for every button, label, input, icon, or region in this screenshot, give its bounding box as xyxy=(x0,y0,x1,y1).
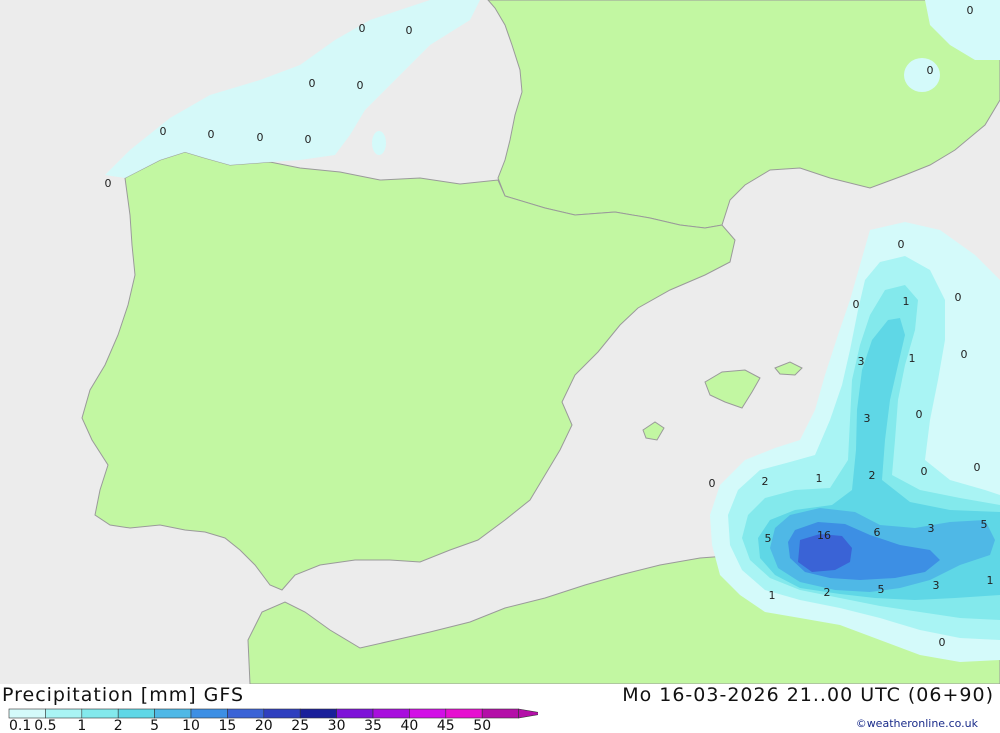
value-label: 0 xyxy=(961,348,968,361)
value-label: 0 xyxy=(927,64,934,77)
legend-label: 1 xyxy=(77,718,86,733)
legend-label: 10 xyxy=(182,718,200,733)
value-label: 1 xyxy=(987,574,994,587)
precip-ne-spot xyxy=(904,58,940,92)
legend-swatch xyxy=(190,708,228,719)
value-label: 0 xyxy=(939,636,946,649)
legend-swatch xyxy=(445,708,483,719)
value-label: 0 xyxy=(309,77,316,90)
legend-label: 45 xyxy=(437,718,455,733)
value-label: 0 xyxy=(359,22,366,35)
value-label: 16 xyxy=(817,529,831,542)
legend-swatch xyxy=(45,708,83,719)
value-label: 5 xyxy=(878,583,885,596)
legend-label: 40 xyxy=(400,718,418,733)
legend-label: 5 xyxy=(150,718,159,733)
value-label: 5 xyxy=(981,518,988,531)
legend-swatch xyxy=(81,708,119,719)
value-label: 0 xyxy=(967,4,974,17)
value-label: 0 xyxy=(898,238,905,251)
legend-label: 35 xyxy=(364,718,382,733)
precip-biscay-spot xyxy=(372,131,386,155)
legend-swatch xyxy=(117,708,155,719)
value-label: 2 xyxy=(869,469,876,482)
value-label: 0 xyxy=(208,128,215,141)
value-label: 0 xyxy=(257,131,264,144)
value-label: 0 xyxy=(853,298,860,311)
value-label: 2 xyxy=(824,586,831,599)
legend-label: 25 xyxy=(291,718,309,733)
footer: Precipitation [mm] GFS Mo 16-03-2026 21.… xyxy=(0,684,1000,733)
legend-swatch xyxy=(227,708,265,719)
value-label: 3 xyxy=(928,522,935,535)
value-label: 3 xyxy=(864,412,871,425)
legend-label: 50 xyxy=(473,718,491,733)
legend-label: 20 xyxy=(255,718,273,733)
value-label: 0 xyxy=(105,177,112,190)
value-label: 2 xyxy=(762,475,769,488)
value-label: 1 xyxy=(769,589,776,602)
legend-swatch xyxy=(481,708,519,719)
legend-label: 0.1 xyxy=(9,718,31,733)
legend-swatch xyxy=(154,708,192,719)
value-label: 1 xyxy=(903,295,910,308)
value-label: 3 xyxy=(933,579,940,592)
legend-swatch xyxy=(299,708,337,719)
value-label: 0 xyxy=(357,79,364,92)
legend-swatch xyxy=(8,708,46,719)
precipitation-legend: 0.1 0.5 1 2 5 10 15 20 25 30 35 40 45 50 xyxy=(8,708,538,733)
legend-swatch xyxy=(409,708,447,719)
value-label: 0 xyxy=(406,24,413,37)
value-label: 5 xyxy=(765,532,772,545)
legend-label: 15 xyxy=(218,718,236,733)
value-label: 0 xyxy=(709,477,716,490)
value-label: 0 xyxy=(921,465,928,478)
value-label: 6 xyxy=(874,526,881,539)
value-label: 3 xyxy=(858,355,865,368)
legend-label: 0.5 xyxy=(34,718,56,733)
legend-label: 30 xyxy=(328,718,346,733)
legend-arrow xyxy=(518,708,538,719)
value-label: 0 xyxy=(160,125,167,138)
value-label: 0 xyxy=(916,408,923,421)
legend-swatch xyxy=(263,708,301,719)
value-label: 1 xyxy=(816,472,823,485)
map-datetime: Mo 16-03-2026 21..00 UTC (06+90) xyxy=(622,684,994,706)
map-title: Precipitation [mm] GFS xyxy=(2,684,245,706)
legend-swatch xyxy=(372,708,410,719)
credit-link[interactable]: ©weatheronline.co.uk xyxy=(856,717,978,730)
value-label: 0 xyxy=(955,291,962,304)
precipitation-map: 0 0 0 0 0 0 0 0 0 0 0 0 0 0 1 0 0 1 0 3 … xyxy=(0,0,1000,684)
legend-swatch xyxy=(336,708,374,719)
value-label: 0 xyxy=(305,133,312,146)
value-label: 0 xyxy=(974,461,981,474)
value-label: 1 xyxy=(909,352,916,365)
legend-label: 2 xyxy=(114,718,123,733)
